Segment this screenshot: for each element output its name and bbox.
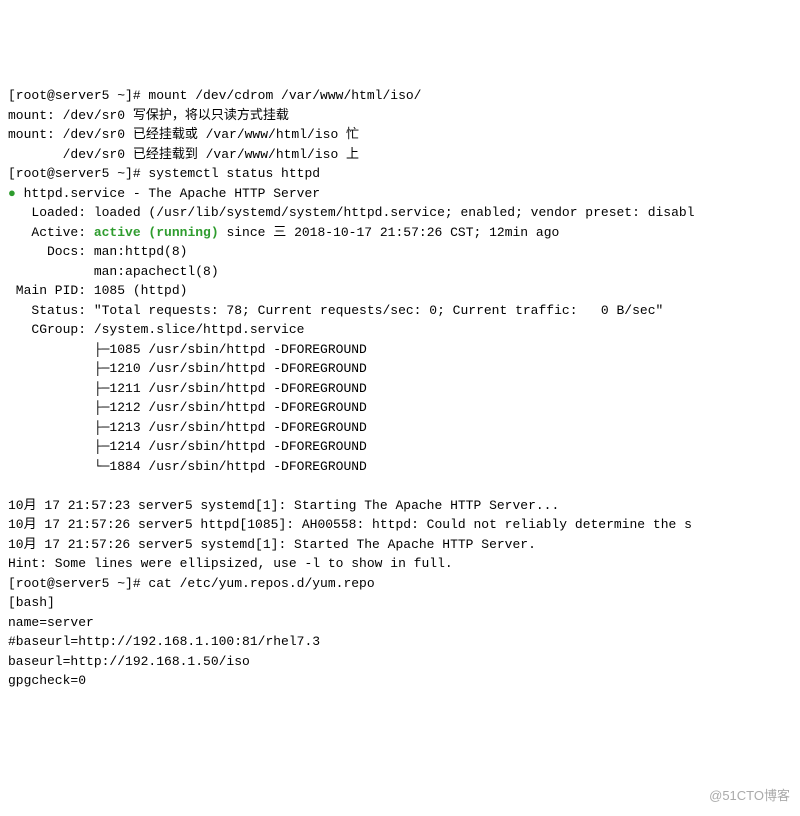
terminal-text: ├─1085 /usr/sbin/httpd -DFOREGROUND [8, 342, 367, 357]
terminal-line: Hint: Some lines were ellipsized, use -l… [8, 554, 792, 574]
terminal-text: └─1884 /usr/sbin/httpd -DFOREGROUND [8, 459, 367, 474]
terminal-text: [root@server5 ~]# cat /etc/yum.repos.d/y… [8, 576, 375, 591]
terminal-line: ● httpd.service - The Apache HTTP Server [8, 184, 792, 204]
terminal-text: mount: /dev/sr0 已经挂载或 /var/www/html/iso … [8, 127, 359, 142]
terminal-line: mount: /dev/sr0 写保护，将以只读方式挂载 [8, 106, 792, 126]
terminal-text: httpd.service - The Apache HTTP Server [24, 186, 320, 201]
terminal-text: 10月 17 21:57:26 server5 systemd[1]: Star… [8, 537, 536, 552]
terminal-line: Main PID: 1085 (httpd) [8, 281, 792, 301]
terminal-line: 10月 17 21:57:23 server5 systemd[1]: Star… [8, 496, 792, 516]
terminal-text: name=server [8, 615, 94, 630]
terminal-line: ├─1213 /usr/sbin/httpd -DFOREGROUND [8, 418, 792, 438]
terminal-text: Active: [8, 225, 94, 240]
terminal-text: baseurl=http://192.168.1.50/iso [8, 654, 250, 669]
terminal-line: baseurl=http://192.168.1.50/iso [8, 652, 792, 672]
terminal-text: [root@server5 ~]# systemctl status httpd [8, 166, 320, 181]
terminal-text: [root@server5 ~]# mount /dev/cdrom /var/… [8, 88, 421, 103]
terminal-line: [bash] [8, 593, 792, 613]
terminal-text: ├─1214 /usr/sbin/httpd -DFOREGROUND [8, 439, 367, 454]
terminal-line: ├─1211 /usr/sbin/httpd -DFOREGROUND [8, 379, 792, 399]
terminal-text: ├─1212 /usr/sbin/httpd -DFOREGROUND [8, 400, 367, 415]
terminal-line: ├─1212 /usr/sbin/httpd -DFOREGROUND [8, 398, 792, 418]
terminal-text: /dev/sr0 已经挂载到 /var/www/html/iso 上 [8, 147, 359, 162]
terminal-line: [root@server5 ~]# cat /etc/yum.repos.d/y… [8, 574, 792, 594]
terminal-text: [bash] [8, 595, 55, 610]
terminal-line: ├─1210 /usr/sbin/httpd -DFOREGROUND [8, 359, 792, 379]
terminal-text: Loaded: loaded (/usr/lib/systemd/system/… [8, 205, 695, 220]
terminal-text: Status: "Total requests: 78; Current req… [8, 303, 663, 318]
terminal-text: ● [8, 186, 24, 201]
terminal-text: CGroup: /system.slice/httpd.service [8, 322, 304, 337]
terminal-text: Main PID: 1085 (httpd) [8, 283, 187, 298]
terminal-text: 10月 17 21:57:23 server5 systemd[1]: Star… [8, 498, 559, 513]
terminal-line: name=server [8, 613, 792, 633]
terminal-line: Active: active (running) since 三 2018-10… [8, 223, 792, 243]
terminal-line: gpgcheck=0 [8, 671, 792, 691]
terminal-line: └─1884 /usr/sbin/httpd -DFOREGROUND [8, 457, 792, 477]
terminal-line: ├─1085 /usr/sbin/httpd -DFOREGROUND [8, 340, 792, 360]
terminal-line [8, 476, 792, 496]
terminal-text: Docs: man:httpd(8) [8, 244, 187, 259]
terminal-text: 10月 17 21:57:26 server5 httpd[1085]: AH0… [8, 517, 692, 532]
terminal-line: [root@server5 ~]# systemctl status httpd [8, 164, 792, 184]
terminal-output: [root@server5 ~]# mount /dev/cdrom /var/… [8, 86, 792, 691]
terminal-text: mount: /dev/sr0 写保护，将以只读方式挂载 [8, 108, 289, 123]
terminal-line: Loaded: loaded (/usr/lib/systemd/system/… [8, 203, 792, 223]
terminal-text: ├─1213 /usr/sbin/httpd -DFOREGROUND [8, 420, 367, 435]
terminal-text: ├─1211 /usr/sbin/httpd -DFOREGROUND [8, 381, 367, 396]
terminal-line: /dev/sr0 已经挂载到 /var/www/html/iso 上 [8, 145, 792, 165]
terminal-line: #baseurl=http://192.168.1.100:81/rhel7.3 [8, 632, 792, 652]
terminal-line: CGroup: /system.slice/httpd.service [8, 320, 792, 340]
terminal-text: ├─1210 /usr/sbin/httpd -DFOREGROUND [8, 361, 367, 376]
terminal-line: [root@server5 ~]# mount /dev/cdrom /var/… [8, 86, 792, 106]
terminal-text: active (running) [94, 225, 219, 240]
terminal-text: gpgcheck=0 [8, 673, 86, 688]
terminal-text: #baseurl=http://192.168.1.100:81/rhel7.3 [8, 634, 320, 649]
terminal-line: Status: "Total requests: 78; Current req… [8, 301, 792, 321]
terminal-line: 10月 17 21:57:26 server5 systemd[1]: Star… [8, 535, 792, 555]
terminal-text: Hint: Some lines were ellipsized, use -l… [8, 556, 453, 571]
terminal-line: Docs: man:httpd(8) [8, 242, 792, 262]
terminal-line: 10月 17 21:57:26 server5 httpd[1085]: AH0… [8, 515, 792, 535]
terminal-line: ├─1214 /usr/sbin/httpd -DFOREGROUND [8, 437, 792, 457]
watermark: @51CTO博客 [709, 786, 790, 806]
terminal-line: man:apachectl(8) [8, 262, 792, 282]
terminal-line: mount: /dev/sr0 已经挂载或 /var/www/html/iso … [8, 125, 792, 145]
terminal-text: man:apachectl(8) [8, 264, 219, 279]
terminal-text: since 三 2018-10-17 21:57:26 CST; 12min a… [219, 225, 560, 240]
